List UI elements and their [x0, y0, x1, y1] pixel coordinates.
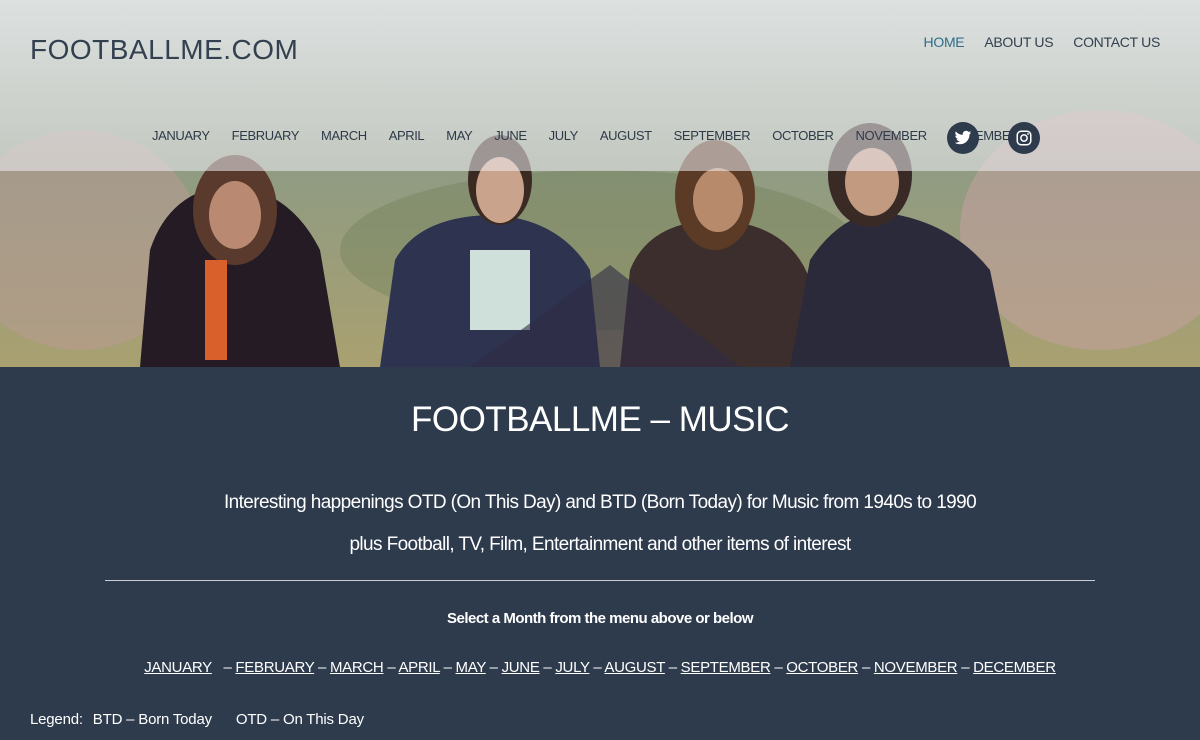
- month-nav-august[interactable]: AUGUST: [600, 128, 652, 143]
- month-separator: –: [443, 659, 452, 676]
- month-link-october[interactable]: OCTOBER: [786, 659, 858, 676]
- month-nav-november[interactable]: NOVEMBER: [856, 128, 928, 143]
- month-nav-january[interactable]: JANUARY: [152, 128, 210, 143]
- month-link-september[interactable]: SEPTEMBER: [681, 659, 771, 676]
- month-link-january[interactable]: JANUARY: [144, 659, 212, 676]
- month-nav-april[interactable]: APRIL: [389, 128, 425, 143]
- instagram-link[interactable]: [1008, 122, 1040, 154]
- legend-btd: BTD – Born Today: [92, 711, 212, 728]
- month-nav: JANUARY FEBRUARY MARCH APRIL MAY JUNE JU…: [152, 128, 1041, 143]
- twitter-link[interactable]: [947, 122, 979, 154]
- month-separator: –: [318, 659, 327, 676]
- page-title: FOOTBALLME – MUSIC: [410, 400, 790, 439]
- intro-line-1: Interesting happenings OTD (On This Day)…: [223, 492, 977, 513]
- month-nav-october[interactable]: OCTOBER: [772, 128, 834, 143]
- month-nav-february[interactable]: FEBRUARY: [232, 128, 300, 143]
- month-link-august[interactable]: AUGUST: [604, 659, 665, 676]
- month-separator: –: [489, 659, 498, 676]
- month-nav-may[interactable]: MAY: [446, 128, 472, 143]
- legend: Legend: BTD – Born Today OTD – On This D…: [30, 711, 384, 728]
- nav-home[interactable]: HOME: [924, 34, 965, 50]
- legend-otd: OTD – On This Day: [235, 711, 364, 728]
- month-link-march[interactable]: MARCH: [330, 659, 384, 676]
- month-separator: –: [774, 659, 783, 676]
- month-link-february[interactable]: FEBRUARY: [235, 659, 314, 676]
- intro-line-2: plus Football, TV, Film, Entertainment a…: [349, 534, 851, 555]
- month-links: JANUARY – FEBRUARY – MARCH – APRIL – MAY…: [0, 659, 1200, 676]
- month-separator: –: [387, 659, 396, 676]
- top-nav: HOME ABOUT US CONTACT US: [924, 34, 1161, 50]
- select-month-text: Select a Month from the menu above or be…: [446, 610, 754, 627]
- month-separator: –: [543, 659, 552, 676]
- site-title[interactable]: FOOTBALLME.COM: [30, 34, 298, 66]
- month-link-december[interactable]: DECEMBER: [973, 659, 1056, 676]
- twitter-icon: [954, 130, 972, 145]
- month-link-november[interactable]: NOVEMBER: [874, 659, 958, 676]
- hero-banner: FOOTBALLME.COM HOME ABOUT US CONTACT US …: [0, 0, 1200, 367]
- divider: [105, 580, 1095, 581]
- instagram-icon: [1016, 130, 1032, 146]
- nav-about-us[interactable]: ABOUT US: [984, 34, 1053, 50]
- month-link-may[interactable]: MAY: [456, 659, 487, 676]
- legend-label: Legend:: [30, 711, 83, 728]
- month-nav-march[interactable]: MARCH: [321, 128, 367, 143]
- nav-contact-us[interactable]: CONTACT US: [1073, 34, 1160, 50]
- month-nav-july[interactable]: JULY: [549, 128, 579, 143]
- month-separator: –: [861, 659, 871, 676]
- month-link-july[interactable]: JULY: [555, 659, 589, 676]
- month-separator: –: [593, 659, 602, 676]
- month-separator: –: [668, 659, 677, 676]
- month-link-june[interactable]: JUNE: [502, 659, 540, 676]
- month-nav-june[interactable]: JUNE: [494, 128, 527, 143]
- main-content: FOOTBALLME – MUSIC Interesting happening…: [0, 367, 1200, 740]
- month-separator: –: [961, 659, 970, 676]
- month-nav-september[interactable]: SEPTEMBER: [674, 128, 751, 143]
- month-link-april[interactable]: APRIL: [398, 659, 440, 676]
- month-separator: –: [223, 659, 232, 676]
